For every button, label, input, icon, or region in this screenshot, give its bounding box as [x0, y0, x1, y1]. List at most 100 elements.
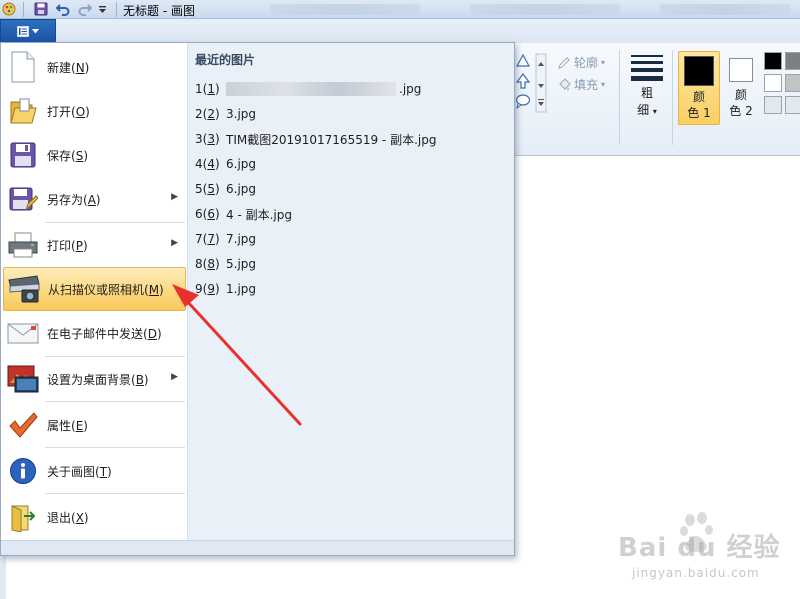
- menu-item-set-as-desktop-background[interactable]: 设置为桌面背景(B) ▶: [3, 357, 186, 401]
- recent-item[interactable]: 2(2) 3.jpg: [195, 104, 256, 124]
- redo-icon[interactable]: [77, 1, 93, 17]
- recent-item-name: TIM截图20191017165519 - 副本.jpg: [226, 132, 437, 147]
- recent-item-name: 6.jpg: [226, 182, 257, 196]
- checkmark-properties-icon: [3, 405, 43, 445]
- menu-item-label: 打开(O): [47, 104, 90, 119]
- recent-item-number: 7(7): [195, 232, 220, 246]
- blurred-background-window: [660, 4, 790, 15]
- undo-icon[interactable]: [55, 1, 71, 17]
- ribbon-group-separator: [672, 50, 673, 145]
- chevron-down-icon: [32, 28, 39, 33]
- recent-item-name: 3.jpg: [226, 107, 257, 121]
- menu-footer: [1, 540, 514, 555]
- recent-item-number: 4(4): [195, 157, 220, 171]
- recent-item[interactable]: 7(7) 7.jpg: [195, 229, 256, 249]
- menu-item-send-in-email[interactable]: 在电子邮件中发送(D): [3, 311, 186, 355]
- chevron-down-icon: ▾: [601, 80, 606, 89]
- recent-item-name: 6.jpg: [226, 157, 257, 171]
- menu-item-print[interactable]: 打印(P) ▶: [3, 223, 186, 267]
- menu-item-save-as[interactable]: 另存为(A) ▶: [3, 177, 186, 221]
- menu-item-label: 属性(E): [47, 418, 88, 433]
- pencil-outline-icon: [558, 56, 570, 69]
- blurred-background-window: [270, 4, 420, 15]
- recent-pictures-heading: 最近的图片: [195, 53, 256, 67]
- save-as-icon: [3, 179, 43, 219]
- color-1-label-1: 颜: [692, 90, 705, 104]
- save-disk-icon: [3, 135, 43, 175]
- menu-item-properties[interactable]: 属性(E): [3, 403, 186, 447]
- paint-app-icon[interactable]: [2, 1, 16, 17]
- menu-item-about-paint[interactable]: 关于画图(T): [3, 449, 186, 493]
- outline-dropdown[interactable]: 轮廓 ▾: [557, 54, 605, 71]
- new-document-icon: [3, 47, 43, 87]
- color-palette: [763, 52, 800, 118]
- recent-item[interactable]: 1(1) .jpg: [195, 79, 421, 99]
- palette-swatch-black[interactable]: [764, 52, 782, 70]
- line-size-icon: [631, 55, 663, 81]
- email-envelope-icon: [3, 313, 43, 353]
- scanner-camera-icon: [4, 269, 44, 309]
- outline-label: 轮廓: [574, 56, 599, 70]
- recent-item-number: 2(2): [195, 107, 220, 121]
- file-menu-button[interactable]: [0, 19, 56, 42]
- menu-item-label: 退出(X): [47, 510, 89, 525]
- fill-label: 填充: [574, 78, 599, 92]
- recent-item-number: 1(1): [195, 82, 220, 96]
- save-icon[interactable]: [33, 1, 49, 17]
- recent-item-name: 1.jpg: [226, 282, 257, 296]
- recent-item-number: 5(5): [195, 182, 220, 196]
- submenu-arrow-icon: ▶: [171, 238, 178, 248]
- printer-icon: [3, 225, 43, 265]
- palette-swatch-light-gray[interactable]: [785, 74, 800, 92]
- menu-item-from-scanner-or-camera[interactable]: 从扫描仪或照相机(M): [3, 267, 186, 311]
- palette-swatch-gray[interactable]: [785, 52, 800, 70]
- recent-item[interactable]: 6(6) 4 - 副本.jpg: [195, 204, 292, 224]
- menu-separator: [45, 447, 185, 448]
- palette-swatch-white[interactable]: [764, 74, 782, 92]
- recent-item-number: 3(3): [195, 132, 220, 146]
- title-bar: 无标题 - 画图: [0, 0, 800, 19]
- menu-item-label: 从扫描仪或照相机(M): [48, 282, 164, 297]
- menu-item-label: 保存(S): [47, 148, 88, 163]
- recent-item-name: .jpg: [399, 82, 422, 96]
- blurred-background-window: [470, 4, 620, 15]
- open-folder-icon: [3, 91, 43, 131]
- color-1-swatch: [684, 56, 714, 86]
- recent-item-number: 8(8): [195, 257, 220, 271]
- menu-item-new[interactable]: 新建(N): [3, 45, 186, 89]
- color-2-button[interactable]: 颜 色 2: [722, 51, 760, 125]
- color-1-button[interactable]: 颜 色 1: [678, 51, 720, 125]
- size-dropdown[interactable]: 粗 细 ▾: [626, 52, 668, 122]
- info-icon: [3, 451, 43, 491]
- menu-item-label: 另存为(A): [47, 192, 101, 207]
- recent-item[interactable]: 8(8) 5.jpg: [195, 254, 256, 274]
- fill-dropdown[interactable]: 填充 ▾: [557, 76, 605, 93]
- menu-item-save[interactable]: 保存(S): [3, 133, 186, 177]
- fill-bucket-icon: [559, 77, 571, 90]
- size-label-row: 细 ▾: [626, 102, 668, 120]
- color-2-label-2: 色 2: [729, 104, 753, 118]
- color-2-label-1: 颜: [734, 88, 747, 102]
- palette-swatch-empty[interactable]: [785, 96, 800, 114]
- color-2-swatch: [729, 58, 753, 82]
- recent-item-name: 5.jpg: [226, 257, 257, 271]
- color-1-label-2: 色 1: [687, 106, 711, 120]
- menu-item-exit[interactable]: 退出(X): [3, 495, 186, 539]
- menu-item-label: 打印(P): [47, 238, 88, 253]
- recent-item[interactable]: 3(3) TIM截图20191017165519 - 副本.jpg: [195, 129, 436, 149]
- title-separator: [116, 2, 117, 17]
- recent-item[interactable]: 4(4) 6.jpg: [195, 154, 256, 174]
- customize-qat-icon[interactable]: [96, 1, 108, 17]
- recent-item[interactable]: 5(5) 6.jpg: [195, 179, 256, 199]
- recent-item[interactable]: 9(9) 1.jpg: [195, 279, 256, 299]
- qat-separator: [23, 2, 24, 17]
- desktop-background-icon: [3, 359, 43, 399]
- palette-swatch-empty[interactable]: [764, 96, 782, 114]
- ribbon-group-separator: [619, 50, 620, 145]
- shapes-gallery[interactable]: [515, 52, 551, 116]
- recent-item-number: 6(6): [195, 207, 220, 221]
- size-label: 粗: [640, 86, 653, 100]
- recent-item-number: 9(9): [195, 282, 220, 296]
- watermark-url: jingyan.baidu.com: [632, 566, 760, 580]
- menu-item-open[interactable]: 打开(O): [3, 89, 186, 133]
